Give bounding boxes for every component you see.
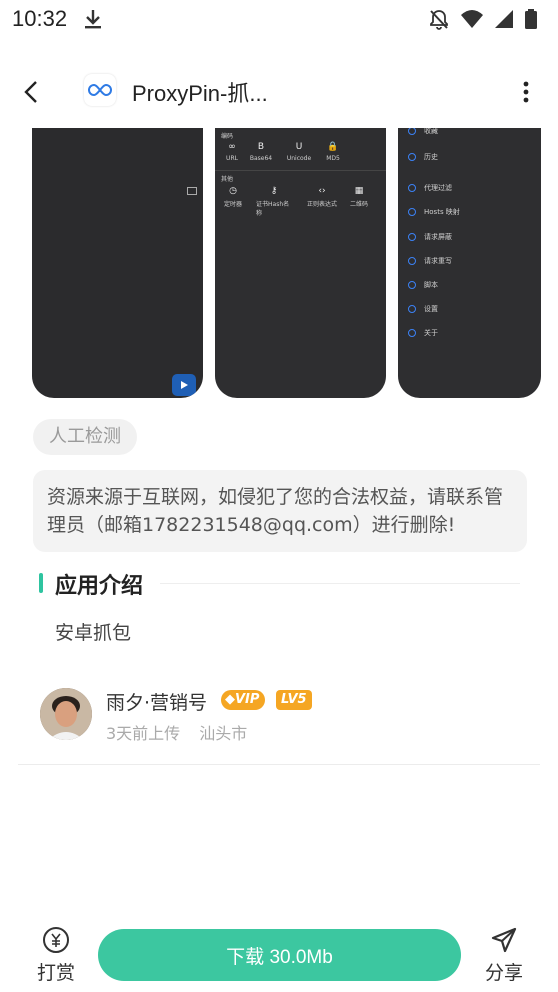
- play-icon: [172, 374, 196, 396]
- notifications-off-icon: [430, 10, 448, 30]
- history-icon: [408, 153, 416, 161]
- app-description: 安卓抓包: [55, 622, 132, 644]
- status-bar: 10:32: [0, 0, 558, 40]
- tip-button[interactable]: 打赏: [28, 926, 84, 985]
- filter-icon: [408, 184, 416, 192]
- divider: [215, 170, 386, 171]
- section-title: 应用介绍: [55, 574, 144, 599]
- other-section-label: 其他: [221, 176, 234, 183]
- download-button[interactable]: 下载 30.0Mb: [98, 929, 461, 981]
- regex-item: ‹› 正则表达式: [306, 186, 337, 208]
- menu-item-history: 历史: [408, 152, 438, 162]
- download-icon: [85, 10, 101, 29]
- upload-meta: 3天前上传 汕头市: [106, 720, 261, 744]
- encode-section-label: 编码: [221, 133, 234, 140]
- level-badge: LV5: [276, 690, 312, 710]
- avatar[interactable]: [40, 688, 92, 740]
- pip-icon: [187, 187, 197, 195]
- wifi-icon: [461, 10, 483, 28]
- tip-label: 打赏: [36, 962, 75, 984]
- qrcode-icon: ▦: [354, 186, 364, 196]
- script-icon: [408, 281, 416, 289]
- menu-item-proxy-filter: 代理过滤: [408, 183, 452, 193]
- more-vert-icon[interactable]: [514, 76, 538, 108]
- screenshot-1[interactable]: [32, 128, 203, 398]
- status-time: 10:32: [12, 6, 68, 31]
- copyright-notice: 资源来源于互联网，如侵犯了您的合法权益，请联系管理员（邮箱1782231548@…: [33, 470, 527, 552]
- unicode-item: U Unicode: [286, 142, 312, 162]
- signal-icon: [495, 10, 513, 28]
- menu-item-about: 关于: [408, 328, 438, 338]
- divider: [18, 764, 540, 765]
- menu-item-block: 请求屏蔽: [408, 232, 452, 242]
- diamond-icon: ◆: [225, 692, 235, 707]
- qr-item: ▦ 二维码: [349, 186, 368, 208]
- upload-time: 3天前上传: [106, 724, 181, 743]
- screenshot-3[interactable]: 收藏 历史 代理过滤 Hosts 映射 请求屏蔽 请求重写 脚本 设置 关于: [398, 128, 541, 398]
- upload-location: 汕头市: [199, 724, 248, 743]
- section-accent-bar: [39, 573, 43, 593]
- app-bar: ProxyPin-抓...: [0, 62, 558, 118]
- send-icon: [491, 927, 517, 953]
- manual-check-tag: 人工检测: [33, 419, 137, 455]
- screenshot-2[interactable]: 编码 ∞ URL B Base64 U Unicode 🔒 MD5 其他 ◷ 定…: [215, 128, 386, 398]
- bold-b-icon: B: [257, 142, 265, 152]
- hosts-icon: [408, 208, 416, 216]
- menu-item-settings: 设置: [408, 304, 438, 314]
- gear-icon: [408, 305, 416, 313]
- share-label: 分享: [484, 962, 523, 984]
- infinity-icon: [88, 83, 112, 97]
- section-divider: [160, 583, 520, 584]
- code-icon: ‹›: [318, 186, 326, 196]
- page-title: ProxyPin-抓...: [132, 81, 268, 106]
- menu-item-favorites: 收藏: [408, 128, 438, 136]
- md5-item: 🔒 MD5: [326, 142, 340, 162]
- base64-item: B Base64: [249, 142, 273, 162]
- timer-icon: ◷: [229, 186, 237, 196]
- yen-coin-icon: [43, 927, 69, 953]
- underline-icon: U: [295, 142, 303, 152]
- cert-hash-item: ⚷ 证书Hash名称: [256, 186, 290, 217]
- back-arrow-icon[interactable]: [16, 76, 48, 108]
- info-icon: [408, 329, 416, 337]
- edit-icon: [408, 257, 416, 265]
- block-icon: [408, 233, 416, 241]
- menu-item-rewrite: 请求重写: [408, 256, 452, 266]
- uploader-name[interactable]: 雨夕·营销号: [106, 688, 207, 715]
- link-icon: ∞: [228, 142, 236, 152]
- app-logo: [84, 74, 116, 106]
- share-button[interactable]: 分享: [476, 926, 532, 985]
- menu-item-hosts: Hosts 映射: [408, 207, 460, 217]
- menu-item-script: 脚本: [408, 280, 438, 290]
- key-icon: ⚷: [270, 186, 278, 196]
- vip-badge: ◆VIP: [221, 690, 266, 710]
- lock-icon: 🔒: [327, 142, 339, 152]
- battery-icon: [525, 9, 537, 29]
- screenshot-gallery[interactable]: 编码 ∞ URL B Base64 U Unicode 🔒 MD5 其他 ◷ 定…: [32, 128, 558, 398]
- timer-item: ◷ 定时器: [223, 186, 242, 208]
- heart-icon: [408, 128, 416, 135]
